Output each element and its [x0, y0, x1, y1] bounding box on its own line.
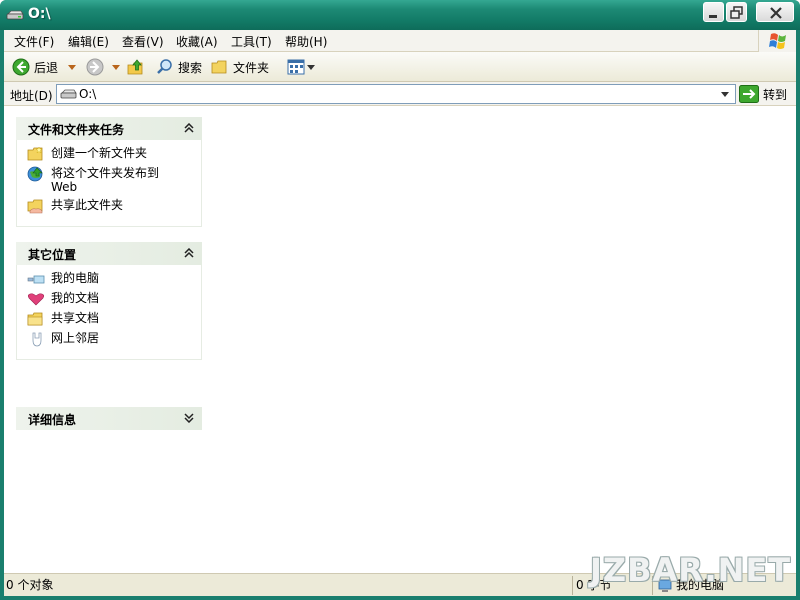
panel-title: 文件和文件夹任务: [28, 123, 125, 137]
task-share-folder[interactable]: 共享此文件夹: [27, 198, 191, 214]
forward-button[interactable]: [86, 57, 104, 77]
place-network[interactable]: 网上邻居: [27, 331, 191, 347]
up-folder-button[interactable]: [126, 57, 146, 77]
chevron-down-icon[interactable]: [184, 413, 194, 423]
address-label: 地址(D): [10, 89, 53, 103]
drive-icon: [60, 89, 77, 99]
details-panel-header[interactable]: 详细信息: [16, 407, 202, 430]
views-button[interactable]: [287, 57, 315, 77]
menu-tools[interactable]: 工具(T): [229, 33, 274, 50]
folder-icon: [211, 60, 227, 74]
maximize-button[interactable]: [726, 2, 747, 22]
network-places-icon: [32, 332, 42, 347]
menu-edit[interactable]: 编辑(E): [66, 33, 111, 50]
address-field[interactable]: [56, 84, 736, 104]
menu-help[interactable]: 帮助(H): [283, 33, 329, 50]
close-button[interactable]: [756, 2, 794, 22]
address-input[interactable]: [79, 86, 709, 102]
place-label: 我的文档: [51, 291, 100, 305]
place-shared-documents[interactable]: 共享文档: [27, 311, 191, 327]
windows-flag-icon: [769, 33, 786, 49]
window-title: O:\: [28, 6, 51, 22]
tasks-panel-header[interactable]: 文件和文件夹任务: [16, 117, 202, 140]
place-my-computer[interactable]: 我的电脑: [27, 271, 191, 287]
title-bar[interactable]: O:\: [0, 0, 800, 30]
place-label: 我的电脑: [51, 271, 100, 285]
back-label: 后退: [34, 60, 59, 75]
minimize-button[interactable]: [703, 2, 724, 22]
search-button[interactable]: 搜索: [156, 57, 202, 77]
main-area: 文件和文件夹任务 创建一个新文件夹 将这个文件夹发布到 Web 共享此文件夹 其…: [4, 107, 796, 573]
place-my-documents[interactable]: 我的文档: [27, 291, 191, 307]
chevron-up-icon[interactable]: [184, 248, 194, 258]
explorer-window: O:\ 文件(F) 编辑(E) 查看(V) 收藏(A) 工具(T) 帮助(H): [0, 0, 800, 600]
address-bar: 地址(D) 转到: [4, 82, 796, 106]
menu-file[interactable]: 文件(F): [12, 33, 56, 50]
forward-arrow-icon: [86, 58, 104, 76]
views-grid-icon: [287, 59, 305, 75]
go-button[interactable]: 转到: [739, 84, 787, 104]
minimize-icon: [709, 15, 717, 18]
place-label: 共享文档: [51, 311, 100, 325]
status-divider: [572, 576, 573, 595]
panel-title: 其它位置: [28, 248, 77, 262]
task-label: 共享此文件夹: [51, 198, 124, 212]
restore-icon: [730, 6, 743, 19]
my-computer-icon: [27, 275, 45, 284]
back-dropdown[interactable]: [68, 57, 76, 77]
task-label-web: Web: [51, 180, 78, 194]
publish-web-icon: [27, 166, 43, 182]
search-label: 搜索: [178, 60, 203, 75]
chevron-down-icon: [721, 91, 729, 97]
drive-icon: [6, 10, 24, 20]
chevron-down-icon: [68, 64, 76, 70]
places-panel: 其它位置 我的电脑 我的文档 共享文档 网上邻居: [16, 242, 202, 360]
address-dropdown[interactable]: [717, 86, 733, 102]
close-icon: [770, 7, 782, 19]
shared-documents-icon: [27, 312, 43, 326]
my-documents-icon: [27, 293, 45, 306]
menu-bar: 文件(F) 编辑(E) 查看(V) 收藏(A) 工具(T) 帮助(H): [4, 30, 796, 52]
chevron-down-icon: [307, 64, 315, 70]
task-label: 创建一个新文件夹: [51, 146, 148, 160]
task-new-folder[interactable]: 创建一个新文件夹: [27, 146, 191, 162]
status-object-count: 0 个对象: [6, 578, 54, 592]
place-label: 网上邻居: [51, 331, 100, 345]
places-panel-header[interactable]: 其它位置: [16, 242, 202, 265]
back-arrow-icon: [12, 58, 30, 76]
toolbar: 后退 搜索 文件夹: [4, 52, 796, 82]
new-folder-icon: [27, 146, 43, 161]
task-label-group: 将这个文件夹发布到 Web: [51, 166, 159, 194]
folders-label: 文件夹: [233, 60, 270, 75]
menu-view[interactable]: 查看(V): [120, 33, 166, 50]
menu-favorites[interactable]: 收藏(A): [174, 33, 220, 50]
task-publish-web[interactable]: 将这个文件夹发布到 Web: [27, 166, 191, 194]
tasks-panel: 文件和文件夹任务 创建一个新文件夹 将这个文件夹发布到 Web 共享此文件夹: [16, 117, 202, 227]
chevron-up-icon[interactable]: [184, 123, 194, 133]
share-folder-icon: [27, 199, 43, 214]
window-client: 文件(F) 编辑(E) 查看(V) 收藏(A) 工具(T) 帮助(H) 后退 搜…: [4, 30, 796, 596]
search-icon: [157, 59, 172, 74]
go-arrow-icon: [739, 85, 759, 103]
go-label: 转到: [763, 87, 788, 102]
chevron-down-icon: [112, 64, 120, 70]
folders-button[interactable]: 文件夹: [211, 57, 269, 77]
windows-logo: [758, 30, 796, 52]
watermark: JZBAR.NET: [590, 551, 792, 589]
tasks-panel-body: 创建一个新文件夹 将这个文件夹发布到 Web 共享此文件夹: [16, 140, 202, 227]
task-label: 将这个文件夹发布到: [51, 166, 160, 180]
details-panel: 详细信息: [16, 407, 202, 430]
back-button[interactable]: 后退: [12, 57, 58, 77]
places-panel-body: 我的电脑 我的文档 共享文档 网上邻居: [16, 265, 202, 360]
up-folder-icon: [127, 59, 143, 75]
panel-title: 详细信息: [28, 413, 77, 427]
forward-dropdown[interactable]: [112, 57, 120, 77]
